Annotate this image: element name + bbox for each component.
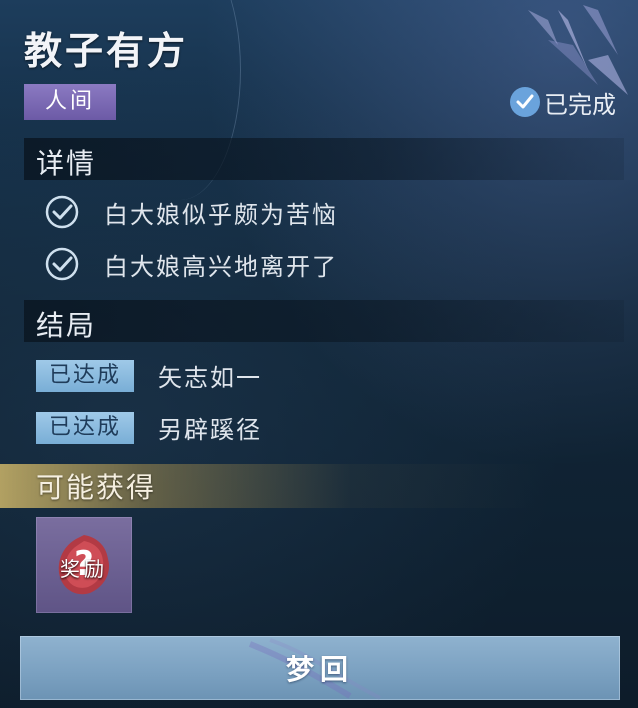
ending-item: 已达成 矢志如一 bbox=[36, 358, 262, 393]
endings-section-bar bbox=[24, 300, 624, 342]
endings-title: 结局 bbox=[36, 309, 97, 342]
status-label: 已完成 bbox=[544, 90, 616, 119]
reward-label: 奖励 bbox=[60, 557, 108, 581]
realm-tag: 人间 bbox=[24, 84, 116, 120]
details-section-bar bbox=[24, 138, 624, 180]
rewards-title: 可能获得 bbox=[36, 471, 157, 504]
check-circle-icon bbox=[510, 87, 540, 117]
quest-title: 教子有方 bbox=[24, 29, 189, 73]
dream-back-button[interactable]: 梦回 bbox=[20, 636, 620, 700]
ending-text: 另辟蹊径 bbox=[158, 416, 262, 444]
details-title: 详情 bbox=[36, 147, 97, 180]
achieved-badge: 已达成 bbox=[36, 359, 134, 392]
reward-item[interactable]: ? 奖励 bbox=[36, 517, 132, 613]
dream-button-label: 梦回 bbox=[285, 653, 354, 686]
quest-detail-panel: 教子有方 人间 已完成 详情 白大娘似乎颇为苦恼 白大娘高兴地离开了 结局 已达… bbox=[0, 0, 638, 708]
check-icon bbox=[45, 247, 79, 281]
detail-text: 白大娘似乎颇为苦恼 bbox=[104, 200, 338, 229]
completion-status: 已完成 bbox=[510, 84, 616, 120]
ending-item: 已达成 另辟蹊径 bbox=[36, 410, 262, 445]
ending-text: 矢志如一 bbox=[158, 364, 262, 392]
detail-item: 白大娘似乎颇为苦恼 bbox=[44, 194, 338, 230]
achieved-badge: 已达成 bbox=[36, 411, 134, 444]
check-icon bbox=[45, 195, 79, 229]
detail-text: 白大娘高兴地离开了 bbox=[104, 252, 338, 281]
detail-item: 白大娘高兴地离开了 bbox=[44, 246, 338, 282]
